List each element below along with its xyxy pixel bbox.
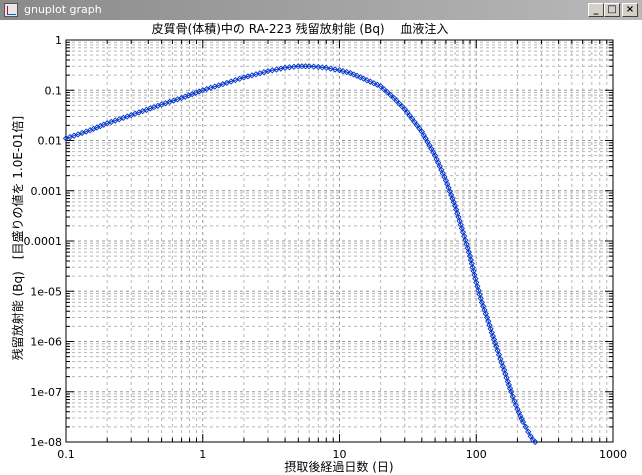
y-tick-label: 1e-06 (30, 336, 62, 349)
y-tick-label: 0.001 (31, 185, 63, 198)
plot-area: 0.1 1 10 100 1000 1e-081e-071e-061e-050.0001… (0, 20, 642, 475)
y-tick-label: 0.0001 (24, 235, 63, 248)
y-tick-label: 1e-08 (30, 436, 62, 449)
x-tick-label: 100 (466, 448, 487, 461)
maximize-button[interactable]: □ (604, 3, 620, 17)
x-tick-label: 1 (199, 448, 206, 461)
title-bar[interactable]: gnuplot graph _ □ × (0, 0, 642, 20)
y-tick-label: 1e-07 (30, 386, 62, 399)
y-tick-label: 1 (55, 34, 62, 47)
x-tick-label: 1000 (599, 448, 627, 461)
y-tick-label: 0.1 (45, 84, 63, 97)
minimize-button[interactable]: _ (588, 3, 604, 17)
y-axis-label: 残留放射能 (Bq) [目盛りの値を 1.0E-01倍] (10, 116, 25, 360)
x-axis-label: 摂取後経過日数 (日) (284, 459, 393, 474)
chart-title: 皮質骨(体積)中の RA-223 残留放射能 (Bq) 血液注入 (152, 21, 449, 36)
gnuplot-window: gnuplot graph _ □ × 0.1 1 10 100 1000 1e-08 1… (0, 0, 642, 475)
x-tick-label: 0.1 (57, 448, 75, 461)
gnuplot-app-icon[interactable] (4, 3, 18, 17)
close-button[interactable]: × (622, 3, 638, 17)
y-tick-label: 1e-05 (30, 285, 62, 298)
y-tick-label: 0.01 (38, 135, 63, 148)
window-title: gnuplot graph (24, 3, 102, 16)
